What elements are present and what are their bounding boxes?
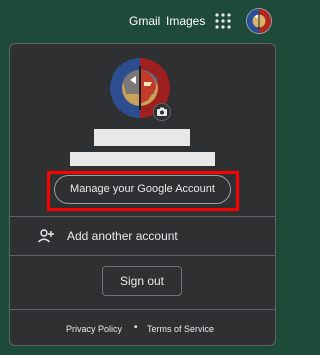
images-link[interactable]: Images	[166, 14, 205, 28]
change-photo-button[interactable]	[153, 103, 171, 121]
camera-icon	[157, 107, 167, 116]
terms-of-service-link[interactable]: Terms of Service	[147, 322, 214, 336]
sign-out-button[interactable]: Sign out	[102, 266, 182, 296]
manage-account-button[interactable]: Manage your Google Account	[54, 175, 231, 204]
divider	[10, 309, 275, 310]
top-bar: Gmail Images	[0, 0, 286, 42]
gmail-link[interactable]: Gmail	[129, 14, 160, 28]
divider	[10, 255, 275, 256]
account-menu-panel: Manage your Google Account Add another a…	[9, 43, 276, 346]
account-avatar-button[interactable]	[246, 8, 272, 34]
account-email-redacted	[70, 152, 215, 166]
footer-separator: •	[134, 322, 138, 333]
person-add-icon	[38, 229, 54, 243]
add-account-label: Add another account	[67, 229, 178, 243]
add-account-row[interactable]: Add another account	[10, 217, 275, 255]
apps-grid-icon[interactable]	[215, 13, 231, 29]
privacy-policy-link[interactable]: Privacy Policy	[66, 322, 122, 336]
account-name-redacted	[94, 129, 190, 146]
profile-avatar-icon	[247, 9, 271, 33]
panel-footer: Privacy Policy • Terms of Service	[10, 322, 275, 338]
